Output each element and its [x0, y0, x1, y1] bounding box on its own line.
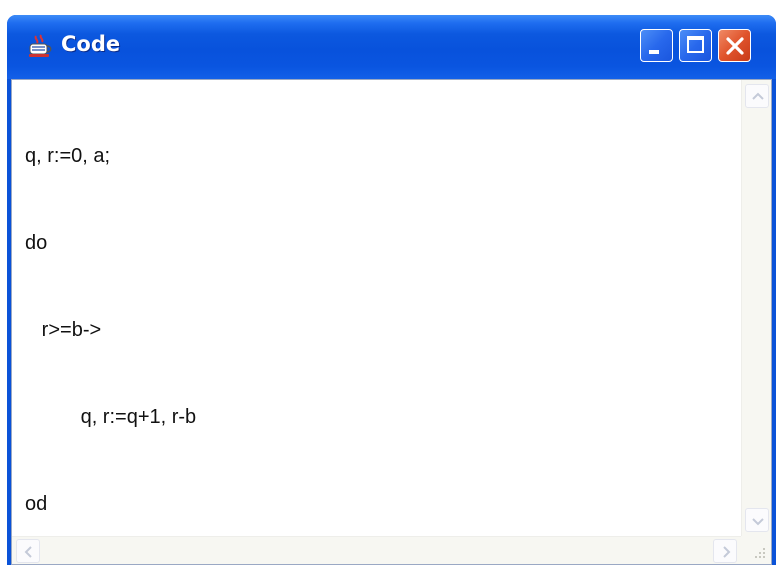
close-icon — [726, 37, 744, 55]
resize-grip-icon — [755, 548, 765, 558]
horizontal-scrollbar[interactable] — [12, 536, 741, 564]
code-line: do — [25, 232, 48, 254]
scroll-up-button[interactable] — [745, 84, 769, 108]
scroll-down-button[interactable] — [745, 508, 769, 532]
resize-grip[interactable] — [741, 536, 771, 564]
maximize-icon — [687, 36, 704, 53]
title-bar[interactable]: Code — [7, 15, 776, 79]
chevron-down-icon — [752, 518, 764, 526]
java-cup-icon — [29, 34, 52, 57]
minimize-button[interactable] — [640, 29, 673, 62]
code-line: r>=b-> — [25, 319, 102, 341]
chevron-right-icon — [723, 546, 731, 558]
code-line: od — [25, 493, 48, 515]
scroll-left-button[interactable] — [16, 539, 40, 563]
code-line: q, r:=0, a; — [25, 145, 111, 167]
vertical-scrollbar[interactable] — [741, 80, 771, 536]
window-title: Code — [61, 32, 121, 56]
close-button[interactable] — [718, 29, 751, 62]
scroll-right-button[interactable] — [713, 539, 737, 563]
maximize-button[interactable] — [679, 29, 712, 62]
code-window: Code q, r:=0, a; do r>=b-> q, r:=q+1, r-… — [7, 15, 776, 565]
code-line: q, r:=q+1, r-b — [25, 406, 197, 428]
chevron-left-icon — [24, 546, 32, 558]
client-area: q, r:=0, a; do r>=b-> q, r:=q+1, r-b od — [11, 79, 772, 565]
minimize-icon — [649, 50, 659, 54]
chevron-up-icon — [752, 92, 764, 100]
code-text-area[interactable]: q, r:=0, a; do r>=b-> q, r:=q+1, r-b od — [12, 80, 741, 536]
